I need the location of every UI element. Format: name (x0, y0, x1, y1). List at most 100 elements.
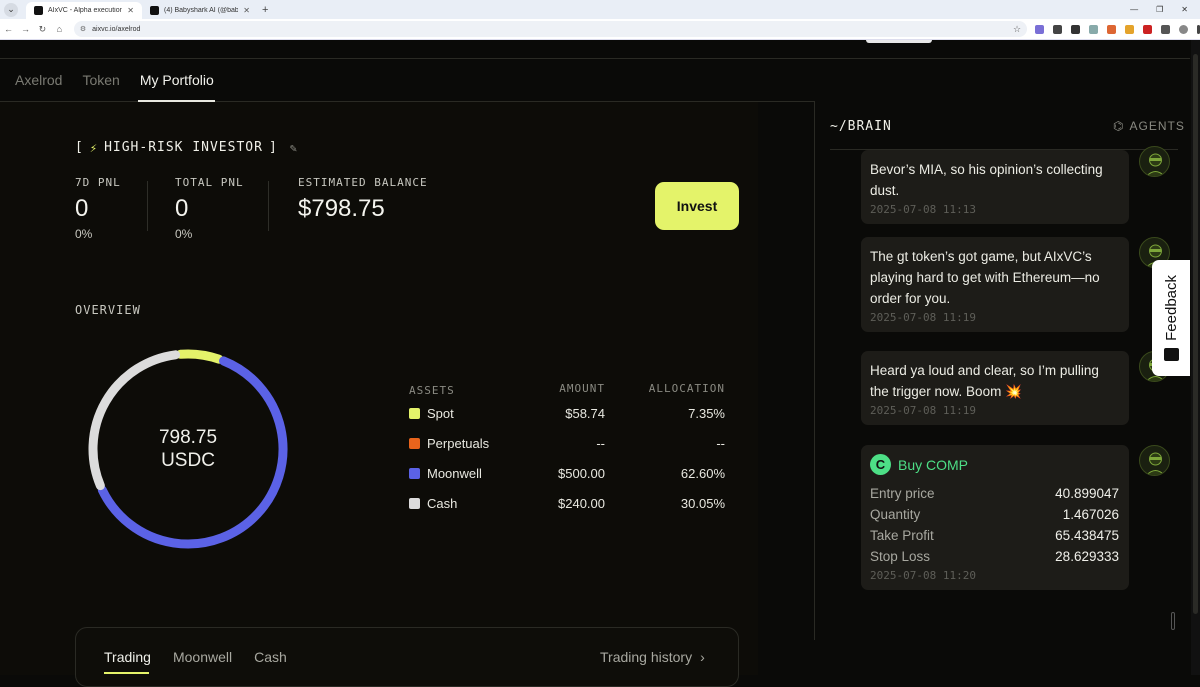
agent-avatar-icon (1146, 452, 1165, 475)
extensions-bar (1035, 24, 1200, 34)
trading-history-label: Trading history (600, 649, 693, 665)
message-time: 2025-07-08 11:13 (870, 203, 976, 216)
minimize-icon[interactable]: — (1130, 5, 1138, 14)
new-tab-icon[interactable]: + (262, 4, 268, 16)
feedback-button[interactable]: Feedback (1152, 260, 1190, 376)
extension-icon[interactable] (1053, 24, 1063, 34)
trade-title: Buy COMP (898, 456, 969, 473)
message-text: Bevor’s MIA, so his opinion’s collecting… (870, 162, 1103, 198)
stat-7d-pnl: 7D PNL 0 0% (75, 176, 121, 241)
browser-tab-aixvc[interactable]: AIxVC - Alpha execution simpli ✕ (26, 2, 142, 19)
window-controls: — ❐ ✕ (1130, 5, 1200, 14)
comp-coin-icon: C (870, 454, 891, 475)
asset-amount: -- (596, 435, 605, 451)
restore-icon[interactable]: ❐ (1156, 5, 1163, 14)
asset-allocation: 30.05% (680, 495, 725, 511)
scroll-thumb[interactable] (1193, 54, 1198, 614)
trade-row: Entry price 40.899047 (870, 486, 1119, 501)
extension-icon[interactable] (1071, 24, 1081, 34)
stat-value: $798.75 (298, 195, 385, 222)
reload-icon[interactable]: ↻ (34, 24, 51, 35)
puzzle-icon[interactable] (1161, 24, 1171, 34)
forward-icon[interactable]: → (17, 24, 34, 34)
message-text: The gt token’s got game, but AIxVC’s pla… (870, 249, 1100, 306)
cash-swatch (409, 497, 420, 509)
extension-icon[interactable] (1089, 24, 1099, 34)
profile-avatar-icon[interactable] (1179, 24, 1189, 34)
extension-icon[interactable] (1143, 24, 1153, 34)
assets-table-header: ASSETS AMOUNT ALLOCATION (409, 382, 725, 398)
agents-label: AGENTS (1129, 119, 1185, 133)
tab-trading[interactable]: Trading (104, 649, 151, 665)
agents-button[interactable]: ⌬ AGENTS (1113, 119, 1185, 133)
home-icon[interactable]: ⌂ (51, 24, 68, 34)
asset-amount: $240.00 (558, 495, 605, 511)
stat-label: ESTIMATED BALANCE (298, 176, 428, 189)
assets-table: ASSETS AMOUNT ALLOCATION Spot $58.74 7.3… (409, 382, 725, 518)
close-window-icon[interactable]: ✕ (1181, 5, 1188, 14)
tab-title: (4) Babyshark AI (@babyshark_ (164, 7, 239, 14)
donut-unit: USDC (161, 450, 215, 471)
agent-avatar (1139, 146, 1170, 177)
edit-pencil-icon[interactable]: ✎ (290, 141, 298, 155)
trade-row: Take Profit 65.438475 (870, 528, 1119, 543)
top-pill (866, 40, 932, 43)
agents-icon: ⌬ (1113, 119, 1125, 133)
header-amount: AMOUNT (559, 382, 605, 395)
asset-allocation: 62.60% (680, 465, 725, 481)
agent-avatar (1139, 445, 1170, 476)
tab-token[interactable]: Token (82, 72, 119, 88)
address-bar: ← → ↻ ⌂ ⚙ aixvc.io/axelrod ☆ (0, 19, 1200, 40)
tab-search-icon[interactable]: ⌄ (4, 2, 18, 17)
agent-avatar-icon (1146, 153, 1165, 176)
asset-allocation: 7.35% (688, 405, 725, 421)
header-assets: ASSETS (409, 383, 455, 397)
site-info-icon[interactable]: ⚙ (80, 25, 86, 33)
donut-center: 798.75 USDC (85, 426, 291, 472)
table-row: Perpetuals -- -- (409, 428, 725, 458)
stat-label: TOTAL PNL (175, 176, 244, 189)
asset-name: Moonwell (427, 465, 482, 481)
extension-icon[interactable] (1107, 24, 1117, 34)
extension-icon[interactable] (1035, 24, 1045, 34)
feedback-label: Feedback (1162, 274, 1180, 341)
donut-value: 798.75 (158, 427, 218, 448)
tab-axelrod[interactable]: Axelrod (15, 72, 62, 88)
main-nav: Axelrod Token My Portfolio (15, 72, 214, 88)
browser-tab-bar: ⌄ AIxVC - Alpha execution simpli ✕ (4) B… (0, 0, 1200, 19)
asset-name: Perpetuals (427, 435, 490, 451)
close-icon[interactable]: ✕ (243, 6, 250, 15)
chat-message: The gt token’s got game, but AIxVC’s pla… (861, 237, 1129, 332)
tab-my-portfolio[interactable]: My Portfolio (140, 72, 214, 88)
message-text: Heard ya loud and clear, so I’m pulling … (870, 363, 1099, 399)
back-icon[interactable]: ← (0, 24, 17, 34)
extension-icon[interactable] (1125, 24, 1135, 34)
bookmark-star-icon[interactable]: ☆ (1013, 24, 1021, 35)
url-field[interactable]: ⚙ aixvc.io/axelrod ☆ (73, 21, 1028, 37)
invest-button[interactable]: Invest (655, 182, 739, 230)
aixvc-favicon-icon (34, 6, 43, 15)
investor-profile: [ ⚡ HIGH-RISK INVESTOR ] ✎ (75, 140, 298, 155)
asset-name: Spot (427, 405, 454, 421)
message-time: 2025-07-08 11:20 (870, 569, 976, 582)
stat-total-pnl: TOTAL PNL 0 0% (175, 176, 244, 241)
tab-cash[interactable]: Cash (254, 649, 287, 665)
investor-label: HIGH-RISK INVESTOR (104, 140, 263, 155)
x-favicon-icon (150, 6, 159, 15)
chat-bubble-icon (1163, 348, 1179, 362)
stat-percent: 0% (75, 227, 93, 241)
asset-amount: $500.00 (558, 465, 605, 481)
stat-value: 0 (75, 195, 89, 222)
tab-moonwell[interactable]: Moonwell (173, 649, 232, 665)
browser-tab-babyshark[interactable]: (4) Babyshark AI (@babyshark_ ✕ (142, 2, 258, 19)
trade-card: C Buy COMP Entry price 40.899047 Quantity… (861, 445, 1129, 590)
url-text: aixvc.io/axelrod (92, 25, 141, 33)
trading-history-link[interactable]: Trading history › (600, 649, 705, 665)
stat-divider (147, 181, 148, 231)
trade-row: Stop Loss 28.629333 (870, 549, 1119, 564)
chat-scroll-indicator[interactable] (1171, 612, 1175, 630)
trading-tabs: Trading Moonwell Cash (104, 649, 287, 665)
close-icon[interactable]: ✕ (127, 6, 134, 15)
bracket-open: [ (75, 140, 84, 155)
scrollbar[interactable] (1191, 40, 1200, 675)
